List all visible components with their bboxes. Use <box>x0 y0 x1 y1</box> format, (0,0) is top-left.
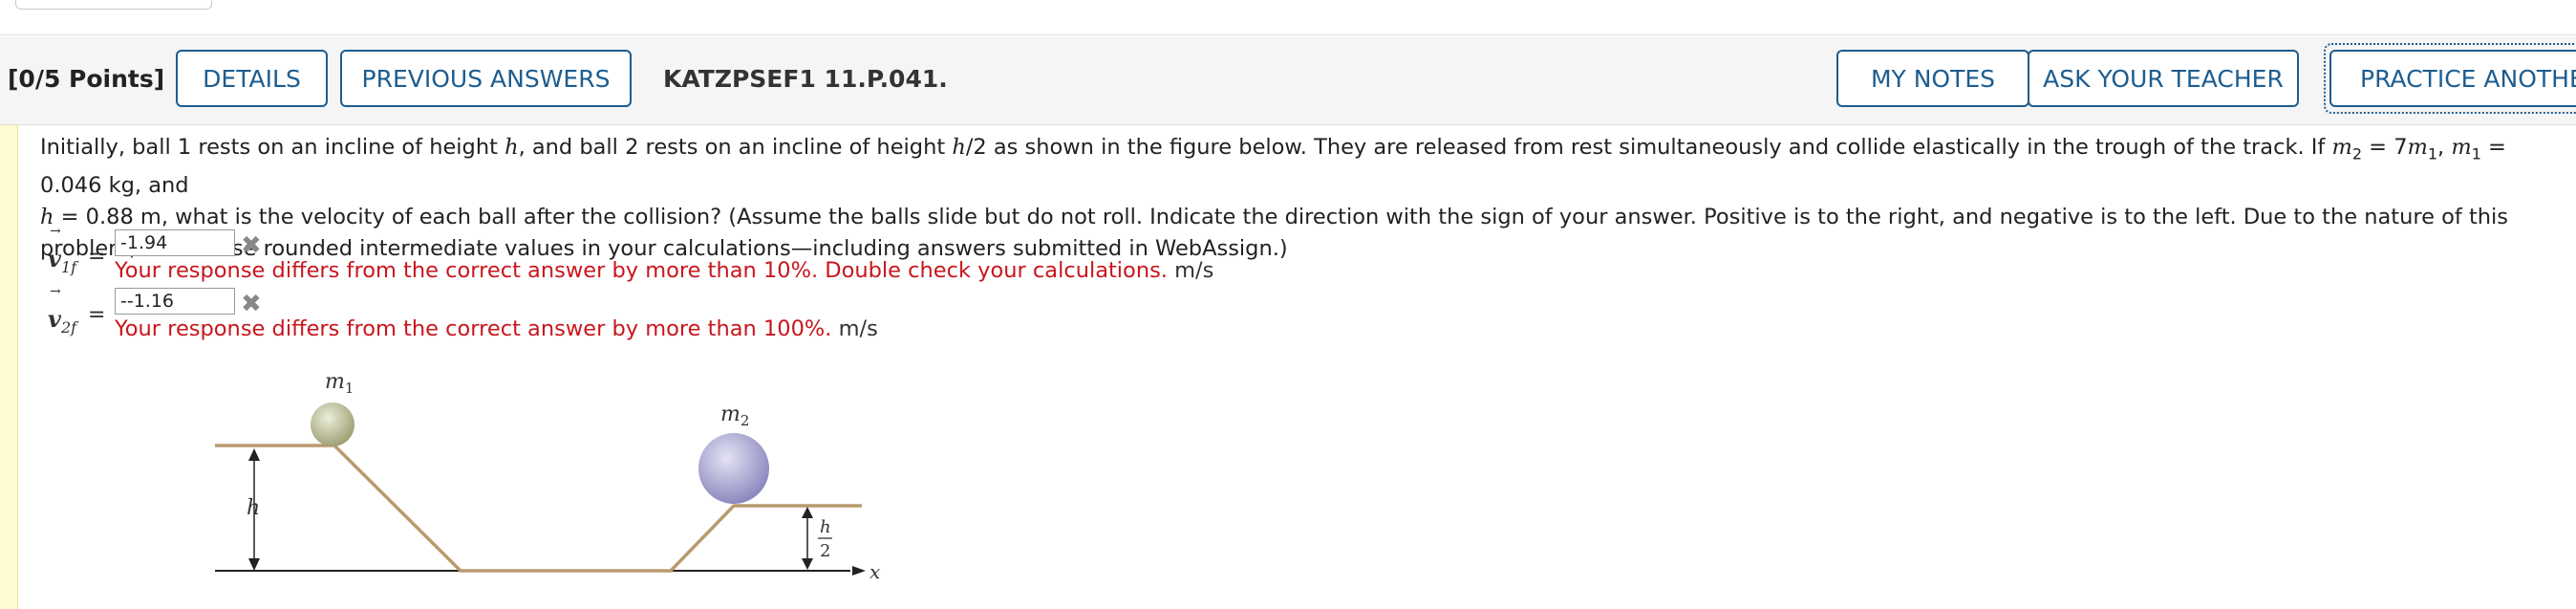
ask-your-teacher-button[interactable]: ASK YOUR TEACHER <box>2028 50 2299 107</box>
equals-sign: = <box>88 303 106 327</box>
incline-collision-figure: m1 m2 h h 2 x <box>215 370 880 583</box>
h-label: h <box>247 496 260 520</box>
my-notes-button[interactable]: MY NOTES <box>1836 50 2029 107</box>
half-h-denominator: 2 <box>820 541 830 561</box>
v2f-feedback: Your response differs from the correct a… <box>115 316 878 341</box>
x-mark-icon: ✖ <box>241 231 262 260</box>
v1f-input[interactable] <box>115 229 235 256</box>
v2f-symbol: → v2f <box>48 284 77 337</box>
equals-sign: = <box>88 245 106 269</box>
v2f-input[interactable] <box>115 288 235 315</box>
ball2-label: m2 <box>720 402 749 429</box>
height-value: 0.88 <box>85 204 134 229</box>
ball-1 <box>311 402 354 446</box>
focus-outline <box>2324 43 2576 114</box>
v1f-feedback: Your response differs from the correct a… <box>115 258 1214 283</box>
points-label: [0/5 Points] <box>8 65 165 93</box>
previous-answers-button[interactable]: PREVIOUS ANSWERS <box>340 50 632 107</box>
top-control-stub[interactable] <box>15 0 212 10</box>
mass-value: 0.046 <box>40 172 102 198</box>
x-mark-icon: ✖ <box>241 290 262 318</box>
ball1-label: m1 <box>325 370 354 397</box>
question-text: Initially, ball 1 rests on an incline of… <box>40 135 2509 261</box>
half-h-numerator: h <box>820 517 831 537</box>
x-axis-label: x <box>869 560 880 583</box>
question-id: KATZPSEF1 11.P.041. <box>663 65 948 93</box>
details-button[interactable]: DETAILS <box>176 50 328 107</box>
question-status-strip <box>0 125 18 609</box>
divider <box>0 34 2576 35</box>
v1f-symbol: → v1f <box>48 224 77 276</box>
ball-2 <box>698 433 769 504</box>
